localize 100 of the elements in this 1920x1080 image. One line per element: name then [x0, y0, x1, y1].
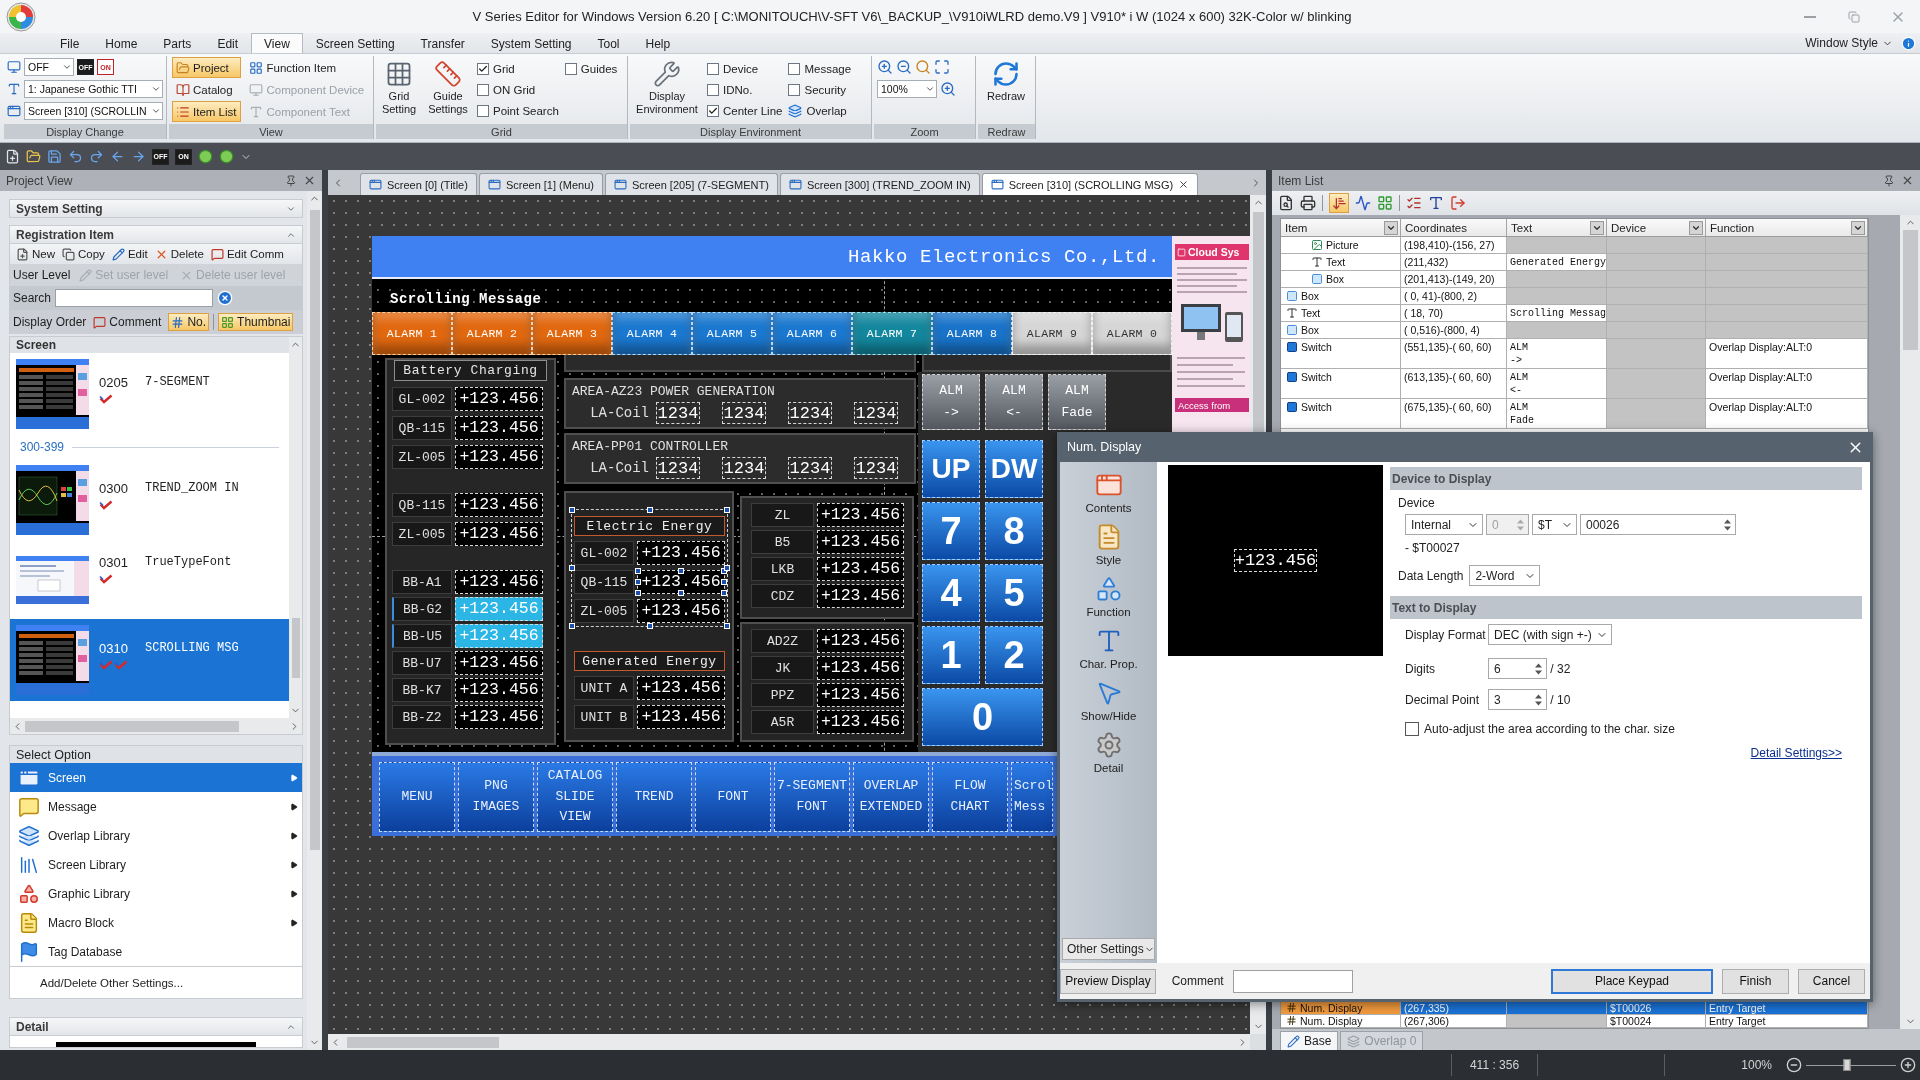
- waveform-icon[interactable]: [1355, 195, 1371, 211]
- column-header[interactable]: Text: [1507, 219, 1607, 236]
- option-item[interactable]: Screen: [10, 763, 302, 792]
- table-cell[interactable]: Num. Display: [1281, 1002, 1401, 1014]
- dialog-button[interactable]: Cancel: [1798, 968, 1865, 994]
- preview-display-button[interactable]: Preview Display: [1060, 968, 1156, 994]
- sidebar-item[interactable]: Char. Prop.: [1060, 622, 1157, 674]
- toolbar-button[interactable]: Display Environment: [633, 57, 701, 123]
- option-item[interactable]: Graphic Library: [10, 879, 302, 908]
- resize-handle[interactable]: [678, 590, 684, 596]
- forward-arrow-icon[interactable]: [131, 149, 146, 164]
- column-header[interactable]: Device: [1607, 219, 1706, 236]
- search-field[interactable]: [55, 289, 214, 307]
- nav-button[interactable]: MENU: [379, 762, 455, 832]
- dialog-button[interactable]: Finish: [1722, 968, 1789, 994]
- redo-icon[interactable]: [89, 149, 104, 164]
- numeric-display[interactable]: +123.456: [637, 676, 725, 700]
- filter-button[interactable]: [1851, 220, 1865, 235]
- scrollbar-thumb[interactable]: [291, 618, 300, 678]
- numeric-display[interactable]: +123.456: [637, 705, 725, 729]
- zoom-in-icon[interactable]: [940, 81, 956, 97]
- toolbar-button[interactable]: Edit: [108, 245, 151, 263]
- menu-item[interactable]: Screen Setting: [302, 33, 408, 53]
- circle-icon[interactable]: [198, 149, 213, 164]
- nav-button[interactable]: 7-SEGMENT FONT: [774, 762, 850, 832]
- checkbox[interactable]: [477, 104, 489, 117]
- decimal-spinner[interactable]: 3: [1488, 689, 1547, 710]
- keypad-key[interactable]: 0: [922, 688, 1043, 746]
- option-item[interactable]: Screen Library: [10, 850, 302, 879]
- toolbar-button[interactable]: Function Item: [245, 57, 370, 78]
- spin-arrows-icon[interactable]: [1534, 661, 1543, 676]
- comment-field[interactable]: [1232, 969, 1353, 993]
- horizontal-scrollbar[interactable]: [10, 718, 302, 734]
- keypad-key[interactable]: 7: [922, 502, 980, 560]
- keypad-key[interactable]: 2: [985, 626, 1043, 684]
- other-settings-dropdown[interactable]: Other Settings: [1062, 938, 1155, 960]
- checkbox[interactable]: [788, 62, 801, 75]
- zoom-out-icon[interactable]: [896, 59, 912, 75]
- nav-button[interactable]: Scrol Mess: [1011, 762, 1053, 832]
- resize-handle[interactable]: [646, 623, 653, 629]
- scrollbar-thumb[interactable]: [25, 720, 239, 732]
- maximize-icon[interactable]: [934, 59, 950, 75]
- sort-button[interactable]: [1329, 193, 1349, 213]
- circle-icon[interactable]: [219, 149, 234, 164]
- checkbox[interactable]: [707, 104, 719, 117]
- device-type-dropdown[interactable]: Internal: [1405, 514, 1483, 535]
- alarm-button[interactable]: ALARM 8: [932, 312, 1012, 355]
- screen-tab[interactable]: Screen [0] (Title): [360, 173, 477, 195]
- checkbox[interactable]: [707, 62, 719, 75]
- new-file-icon[interactable]: [5, 149, 20, 164]
- device-prefix-dropdown[interactable]: $T: [1532, 514, 1577, 535]
- section-header[interactable]: System Setting: [9, 199, 303, 218]
- data-length-dropdown[interactable]: 2-Word: [1469, 565, 1541, 586]
- document-search-icon[interactable]: [1278, 195, 1294, 211]
- column-header[interactable]: Coordinates: [1401, 219, 1507, 236]
- screen-tab[interactable]: Screen [205] (7-SEGMENT): [604, 173, 778, 195]
- close-icon[interactable]: [1901, 174, 1914, 187]
- zoom-dropdown[interactable]: 100%: [877, 80, 937, 98]
- menu-item[interactable]: Help: [632, 33, 684, 53]
- scrollbar-thumb[interactable]: [1902, 230, 1918, 350]
- alarm-button[interactable]: ALARM 9: [1012, 312, 1092, 355]
- undo-icon[interactable]: [68, 149, 83, 164]
- numeric-display[interactable]: +123.456: [637, 570, 725, 594]
- menu-item[interactable]: View: [251, 33, 303, 53]
- menu-item[interactable]: Parts: [150, 33, 205, 53]
- sidebar-item[interactable]: Contents: [1060, 466, 1157, 518]
- toolbar-button[interactable]: Item List: [172, 101, 242, 122]
- font-dropdown[interactable]: 1: Japanese Gothic TTI: [24, 80, 163, 98]
- filter-button[interactable]: [1689, 220, 1703, 235]
- blink-dropdown[interactable]: OFF: [24, 58, 74, 76]
- alarm-button[interactable]: ALARM 5: [692, 312, 772, 355]
- resize-handle[interactable]: [569, 623, 575, 629]
- digits-spinner[interactable]: 6: [1488, 658, 1547, 679]
- add-delete-settings-link[interactable]: Add/Delete Other Settings...: [10, 966, 302, 998]
- layer-tab[interactable]: Base: [1280, 1031, 1339, 1050]
- zoom-out-icon[interactable]: [1786, 1057, 1802, 1073]
- option-item[interactable]: Message: [10, 792, 302, 821]
- alarm-button[interactable]: ALARM 4: [612, 312, 692, 355]
- checkbox[interactable]: [477, 83, 489, 96]
- address-field[interactable]: 00026: [1580, 514, 1736, 535]
- numeric-display[interactable]: +123.456: [637, 541, 725, 565]
- zoom-slider[interactable]: [1806, 1057, 1896, 1073]
- alarm-button[interactable]: ALARM 6: [772, 312, 852, 355]
- info-icon[interactable]: [1901, 35, 1916, 51]
- save-icon[interactable]: [47, 149, 62, 164]
- order-option[interactable]: No.: [168, 313, 210, 331]
- detail-settings-link[interactable]: Detail Settings>>: [1750, 746, 1842, 760]
- keypad-key[interactable]: 8: [985, 502, 1043, 560]
- toolbar-button[interactable]: Guide Settings: [425, 57, 471, 123]
- screen-list-item[interactable]: 0310 SCROLLING MSG: [10, 619, 289, 701]
- column-header[interactable]: Item: [1281, 219, 1401, 236]
- pin-icon[interactable]: [1883, 174, 1895, 187]
- sidebar-item[interactable]: Function: [1060, 570, 1157, 622]
- filter-button[interactable]: [1590, 220, 1604, 235]
- grid-icon[interactable]: [1377, 195, 1393, 211]
- function-key[interactable]: ALM ->: [922, 374, 980, 430]
- resize-handle[interactable]: [569, 565, 575, 571]
- resize-handle[interactable]: [569, 507, 575, 513]
- nav-button[interactable]: PNG IMAGES: [458, 762, 534, 832]
- option-item[interactable]: Tag Database: [10, 937, 302, 966]
